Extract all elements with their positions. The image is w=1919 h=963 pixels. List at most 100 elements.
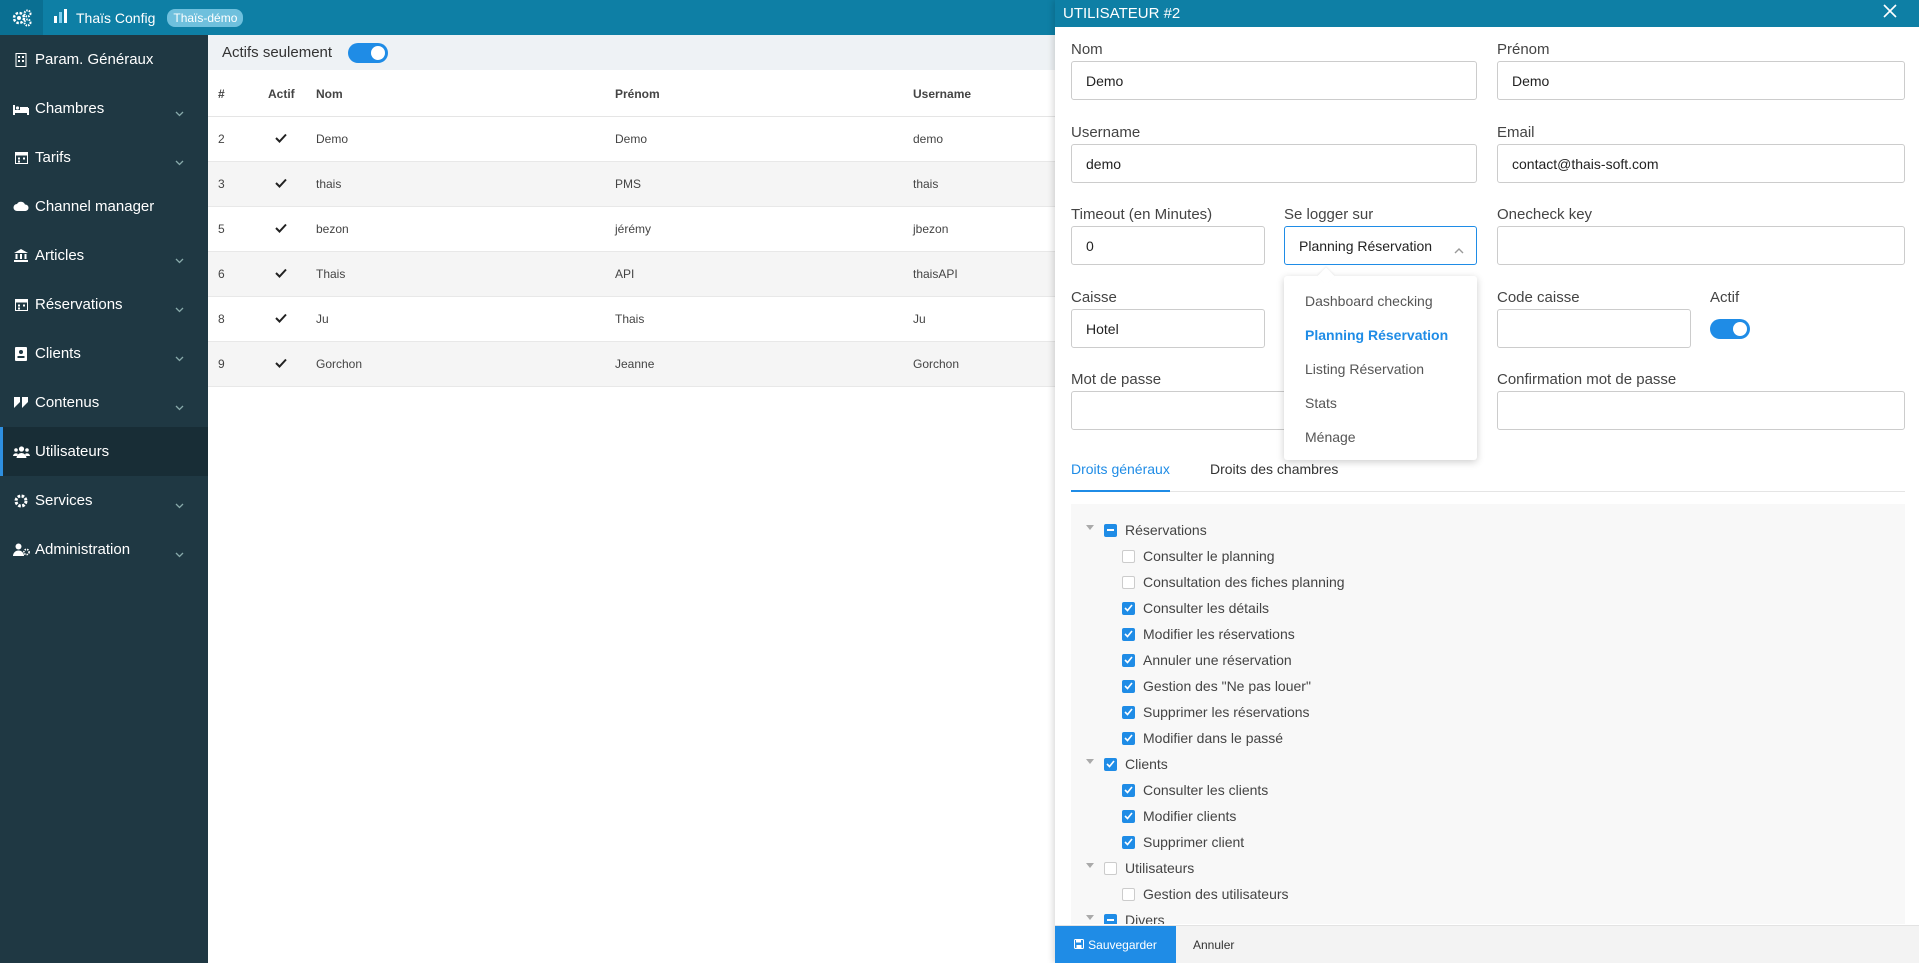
cell-id: 2 [208,116,258,162]
save-button[interactable]: Sauvegarder [1055,926,1176,963]
tree-item[interactable]: Modifier dans le passé [1122,725,1283,751]
checkbox[interactable] [1104,861,1117,875]
cell-id: 8 [208,296,258,342]
sidebar-item-contenus[interactable]: Contenus [0,378,208,427]
sidebar-item-tarifs[interactable]: Tarifs [0,133,208,182]
tree-item[interactable]: Consulter les détails [1122,595,1269,621]
tree-label: Clients [1125,756,1168,772]
checkbox[interactable] [1122,601,1135,615]
bank-icon [12,249,30,263]
cell-nom: Thais [306,251,605,297]
chevron-down-icon [175,251,184,268]
tree-group[interactable]: Divers [1086,907,1165,924]
sidebar-item-clients[interactable]: Clients [0,329,208,378]
sidebar-item-label: Clients [35,345,81,362]
cell-id: 6 [208,251,258,297]
users-icon [12,445,30,459]
sidebar-item-channel-manager[interactable]: Channel manager [0,182,208,231]
tree-item[interactable]: Consulter le planning [1122,543,1275,569]
caret-down-icon[interactable] [1086,915,1094,920]
column-header-actif[interactable]: Actif [258,72,306,117]
onecheck-input[interactable] [1497,226,1905,265]
dropdown-option-menage[interactable]: Ménage [1284,420,1477,454]
tree-label: Divers [1125,912,1165,924]
mdp-label: Mot de passe [1071,371,1162,388]
tree-item[interactable]: Supprimer les réservations [1122,699,1310,725]
cell-nom: thais [306,161,605,207]
cell-prenom: API [605,251,903,297]
code-caisse-input[interactable] [1497,309,1691,348]
caisse-select[interactable]: Hotel [1071,309,1265,348]
checkbox[interactable] [1122,705,1135,719]
email-input[interactable]: contact@thais-soft.com [1497,144,1905,183]
tab-droits-generaux[interactable]: Droits généraux [1071,461,1170,492]
app-brand[interactable]: Thaïs Config Thaïs-démo [54,0,244,35]
checkbox[interactable] [1104,757,1117,771]
tree-item[interactable]: Gestion des "Ne pas louer" [1122,673,1311,699]
checkbox[interactable] [1122,679,1135,693]
tree-group[interactable]: Utilisateurs [1086,855,1194,881]
logger-label: Se logger sur [1284,206,1374,223]
caret-down-icon[interactable] [1086,525,1094,530]
checkbox[interactable] [1122,627,1135,641]
cancel-button[interactable]: Annuler [1193,926,1234,963]
timeout-input[interactable]: 0 [1071,226,1265,265]
tree-item[interactable]: Modifier les réservations [1122,621,1295,647]
checkbox[interactable] [1122,653,1135,667]
checkbox[interactable] [1104,523,1117,537]
checkbox[interactable] [1122,731,1135,745]
username-input[interactable]: demo [1071,144,1477,183]
logger-select[interactable]: Planning Réservation [1284,226,1477,265]
actif-toggle[interactable] [1710,319,1750,339]
sidebar-item-services[interactable]: Services [0,476,208,525]
checkbox[interactable] [1122,809,1135,823]
tree-group[interactable]: Réservations [1086,517,1207,543]
chevron-down-icon [175,496,184,513]
checkbox[interactable] [1122,783,1135,797]
checkbox[interactable] [1104,913,1117,924]
sidebar-item-chambres[interactable]: Chambres [0,84,208,133]
caret-down-icon[interactable] [1086,759,1094,764]
sidebar-item-articles[interactable]: Articles [0,231,208,280]
password-confirm-input[interactable] [1497,391,1905,430]
caret-down-icon[interactable] [1086,863,1094,868]
prenom-input[interactable]: Demo [1497,61,1905,100]
tree-item[interactable]: Supprimer client [1122,829,1244,855]
check-icon [258,296,306,342]
tab-droits-chambres[interactable]: Droits des chambres [1210,461,1338,492]
column-header-id[interactable]: # [208,72,258,117]
tree-item[interactable]: Consulter les clients [1122,777,1268,803]
cell-prenom: PMS [605,161,903,207]
column-header-nom[interactable]: Nom [306,72,605,117]
tree-group[interactable]: Clients [1086,751,1168,777]
sidebar-item-label: Utilisateurs [35,443,110,460]
sidebar-item-param-generaux[interactable]: Param. Généraux [0,35,208,84]
checkbox[interactable] [1122,575,1135,589]
dropdown-option-dashboard-checking[interactable]: Dashboard checking [1284,284,1477,318]
dropdown-option-listing-reservation[interactable]: Listing Réservation [1284,352,1477,386]
tree-item[interactable]: Modifier clients [1122,803,1236,829]
filter-label: Actifs seulement [222,44,333,61]
sidebar-item-reservations[interactable]: Réservations [0,280,208,329]
tree-label: Supprimer client [1143,834,1245,850]
cloud-icon [12,200,30,214]
cogs-icon[interactable] [0,0,43,35]
tree-label: Gestion des "Ne pas louer" [1143,678,1311,694]
sidebar-item-utilisateurs[interactable]: Utilisateurs [0,427,208,476]
close-icon[interactable] [1883,4,1897,22]
tree-item[interactable]: Consultation des fiches planning [1122,569,1345,595]
nom-input[interactable]: Demo [1071,61,1477,100]
dropdown-option-stats[interactable]: Stats [1284,386,1477,420]
dropdown-option-planning-reservation[interactable]: Planning Réservation [1284,318,1477,352]
checkbox[interactable] [1122,549,1135,563]
tree-item[interactable]: Gestion des utilisateurs [1122,881,1289,907]
column-header-prenom[interactable]: Prénom [605,72,903,117]
active-only-toggle[interactable] [348,42,389,63]
save-label: Sauvegarder [1088,938,1157,952]
save-icon [1074,938,1085,952]
sidebar-item-administration[interactable]: Administration [0,525,208,574]
cell-nom: Demo [306,116,605,162]
tree-item[interactable]: Annuler une réservation [1122,647,1292,673]
checkbox[interactable] [1122,835,1135,849]
checkbox[interactable] [1122,887,1135,901]
